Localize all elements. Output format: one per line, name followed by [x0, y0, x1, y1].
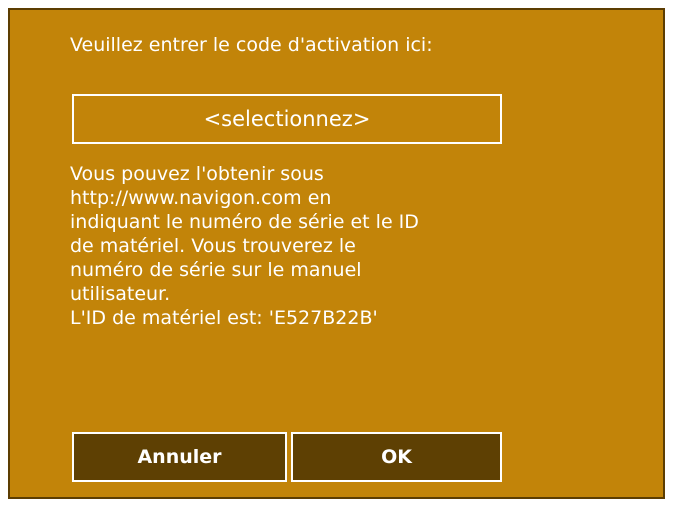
activation-code-value: <selectionnez>	[203, 107, 371, 131]
hardware-id-line: L'ID de matériel est: 'E527B22B'	[70, 307, 378, 329]
activation-info-text: Vous pouvez l'obtenir sous http://www.na…	[70, 162, 530, 330]
cancel-button[interactable]: Annuler	[72, 432, 287, 482]
ok-button[interactable]: OK	[291, 432, 502, 482]
info-line: utilisateur.	[70, 283, 171, 305]
activation-prompt: Veuillez entrer le code d'activation ici…	[70, 34, 433, 56]
info-line: http://www.navigon.com en	[70, 187, 332, 209]
activation-dialog: Veuillez entrer le code d'activation ici…	[8, 8, 665, 499]
info-line: numéro de série sur le manuel	[70, 259, 362, 281]
info-line: indiquant le numéro de série et le ID	[70, 211, 419, 233]
cancel-button-label: Annuler	[137, 446, 222, 468]
info-line: de matériel. Vous trouverez le	[70, 235, 356, 257]
ok-button-label: OK	[381, 446, 412, 468]
info-line: Vous pouvez l'obtenir sous	[70, 163, 324, 185]
activation-code-field[interactable]: <selectionnez>	[72, 94, 502, 144]
